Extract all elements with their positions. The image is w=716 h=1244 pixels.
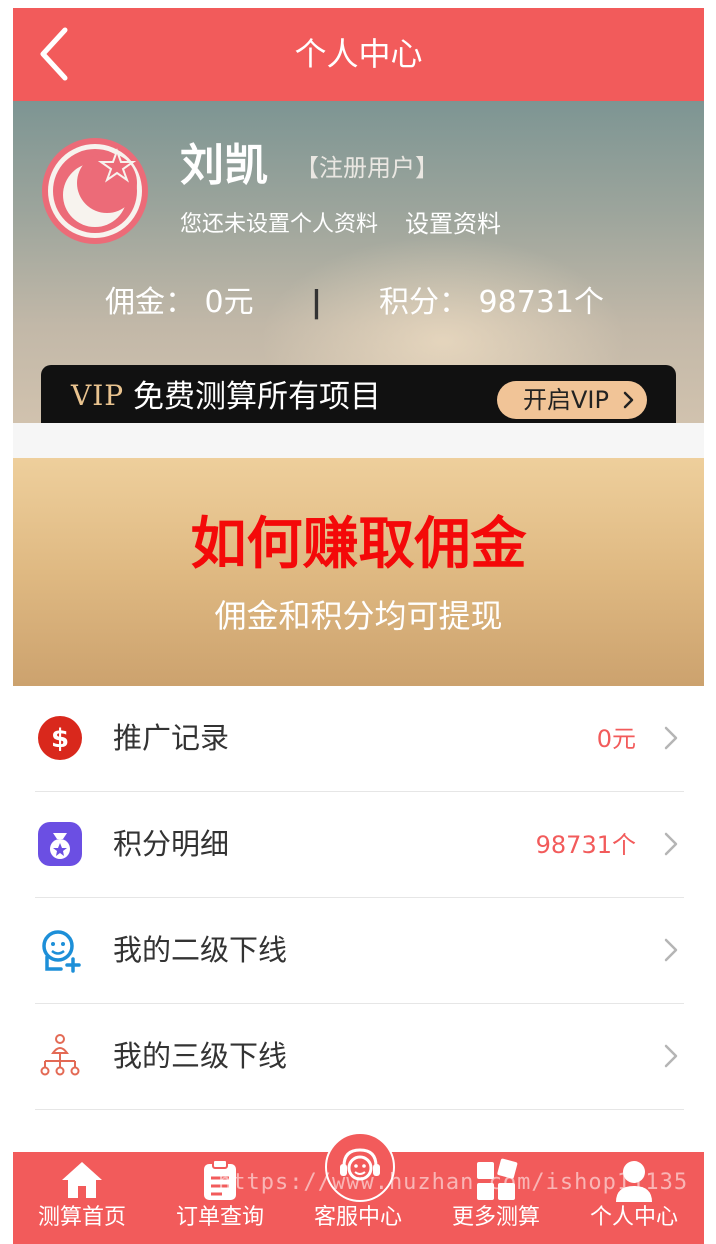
list-item-value: 0元 [596,725,636,753]
nav-home[interactable]: 测算首页 [13,1152,151,1244]
vip-promo-text: 免费测算所有项目 [133,379,381,415]
watermark-text: https://www.huzhan.com/ishop11135 [218,1170,689,1195]
app-frame: 个人中心 刘凯 【注册用户】 您还未设置个人资料 设置资料 佣金： 0元 | 积… [13,8,704,1244]
list-item-value: 98731个 [535,831,636,859]
money-bag-icon [38,822,82,866]
nav-label: 测算首页 [37,1205,126,1230]
list-item-label: 积分明细 [113,827,230,861]
nav-customer-service[interactable]: 客服中心 [289,1152,427,1244]
user-role-badge: 【注册用户】 [295,154,439,182]
banner-subtitle: 佣金和积分均可提现 [214,597,503,635]
list-item-promotion-records[interactable]: $ 推广记录 0元 [35,686,684,792]
chevron-right-icon [664,832,678,856]
page-title: 个人中心 [294,35,423,73]
points-balance: 积分： 98731个 [379,285,604,320]
vip-logo: VIP [71,379,125,412]
profile-card: 刘凯 【注册用户】 您还未设置个人资料 设置资料 佣金： 0元 | 积分： 98… [13,101,704,423]
banner-title: 如何赚取佣金 [190,512,527,577]
nav-label: 更多测算 [451,1205,540,1230]
open-vip-label: 开启VIP [523,386,609,414]
list-item-points-details[interactable]: 积分明细 98731个 [35,792,684,898]
list-item-label: 我的二级下线 [113,933,288,967]
menu-list: $ 推广记录 0元 积分明细 98731个 我的二级下线 我的三级下线 [13,686,704,1166]
list-item-second-level[interactable]: 我的二级下线 [35,898,684,1004]
profile-hint: 您还未设置个人资料 [180,212,379,237]
nav-profile[interactable]: 个人中心 [565,1152,703,1244]
setup-profile-link[interactable]: 设置资料 [405,209,501,239]
commission-balance: 佣金： 0元 [105,285,254,320]
bottom-nav: 测算首页 订单查询 客服中心 更多测算 个人中心 [13,1132,704,1244]
home-icon [62,1162,102,1198]
chevron-right-icon [623,391,634,409]
open-vip-button[interactable]: 开启VIP [497,381,647,419]
nav-label: 订单查询 [175,1205,264,1230]
chevron-right-icon [664,726,678,750]
avatar[interactable] [39,135,151,247]
nav-orders[interactable]: 订单查询 [151,1152,289,1244]
top-bar: 个人中心 [13,8,704,101]
list-item-label: 推广记录 [113,721,230,755]
add-user-icon [42,930,81,973]
chevron-right-icon [664,938,678,962]
svg-text:$: $ [51,724,69,754]
nav-label: 个人中心 [589,1205,678,1230]
nav-more[interactable]: 更多测算 [427,1152,565,1244]
list-item-label: 我的三级下线 [113,1039,288,1073]
chevron-right-icon [664,1044,678,1068]
user-name: 刘凯 [180,140,268,191]
list-item-third-level[interactable]: 我的三级下线 [35,1004,684,1110]
dollar-icon: $ [38,716,82,760]
org-chart-icon [40,1034,80,1076]
nav-label: 客服中心 [313,1205,402,1230]
commission-banner[interactable]: 如何赚取佣金 佣金和积分均可提现 [13,458,704,686]
vip-promo-bar: VIP 免费测算所有项目 开启VIP [41,365,676,423]
stats-divider: | [311,285,322,320]
balance-stats: 佣金： 0元 | 积分： 98731个 [13,281,704,325]
